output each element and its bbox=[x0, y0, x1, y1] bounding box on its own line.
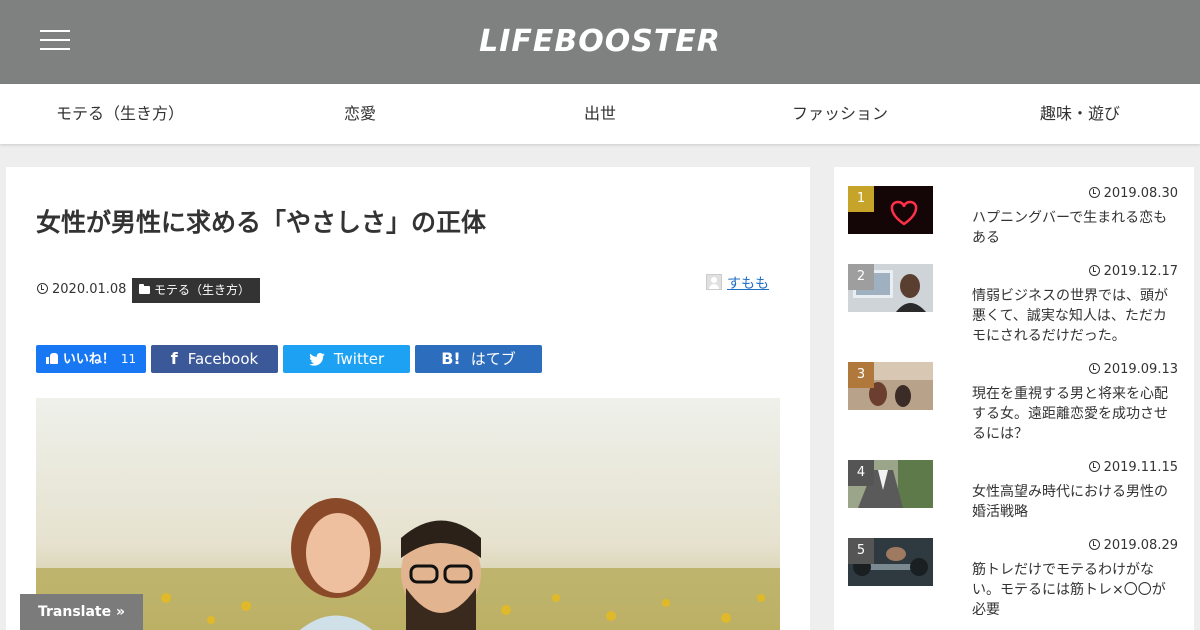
thumbs-up-icon bbox=[45, 353, 58, 364]
category-badge[interactable]: モテる（生き方） bbox=[132, 278, 261, 303]
ranking-sidebar: 1 2019.08.30 ハプニングバーで生まれる恋もある 2 2019.12.… bbox=[834, 167, 1194, 630]
hatena-bookmark-icon: B! bbox=[441, 349, 461, 368]
ranking-item[interactable]: 3 2019.09.13 現在を重視する男と将来を心配する女。遠距離恋愛を成功さ… bbox=[848, 362, 1180, 442]
facebook-share-button[interactable]: f Facebook bbox=[151, 345, 278, 373]
ranking-title[interactable]: 現在を重視する男と将来を心配する女。遠距離恋愛を成功させるには？ bbox=[972, 384, 1172, 444]
post-date: 2020.01.08 bbox=[37, 282, 126, 297]
author-link[interactable]: すもも bbox=[727, 276, 769, 292]
ranking-title[interactable]: 女性高望み時代における男性の婚活戦略 bbox=[972, 482, 1172, 522]
hatena-label: はてブ bbox=[470, 350, 516, 368]
hatena-bookmark-button[interactable]: B! はてブ bbox=[415, 345, 542, 373]
avatar bbox=[706, 274, 722, 290]
ranking-date-text: 2019.08.29 bbox=[1103, 538, 1178, 553]
ranking-date-text: 2019.12.17 bbox=[1103, 264, 1178, 279]
ranking-date-text: 2019.09.13 bbox=[1103, 362, 1178, 377]
ranking-number: 4 bbox=[848, 460, 874, 486]
article-title: 女性が男性に求める「やさしさ」の正体 bbox=[36, 208, 487, 237]
clock-icon bbox=[1088, 265, 1100, 276]
ranking-title[interactable]: 情弱ビジネスの世界では、頭が悪くて、誠実な知人は、ただカモにされるだけだった。 bbox=[972, 286, 1172, 346]
ranking-thumbnail[interactable]: 2 bbox=[848, 264, 933, 312]
clock-icon bbox=[1088, 363, 1100, 374]
ranking-title[interactable]: 筋トレだけでモテるわけがない。モテるには筋トレ×〇〇が必要 bbox=[972, 560, 1172, 620]
ranking-item[interactable]: 4 2019.11.15 女性高望み時代における男性の婚活戦略 bbox=[848, 460, 1180, 540]
like-count: 11 bbox=[120, 352, 137, 366]
ranking-thumbnail[interactable]: 4 bbox=[848, 460, 933, 508]
site-logo[interactable]: LIFEBOOSTER bbox=[0, 24, 1200, 59]
article-card: 女性が男性に求める「やさしさ」の正体 2020.01.08 モテる（生き方） す… bbox=[6, 167, 810, 630]
ranking-date-text: 2019.11.15 bbox=[1103, 460, 1178, 475]
translate-button[interactable]: Translate » bbox=[20, 594, 143, 630]
ranking-number: 1 bbox=[848, 186, 874, 212]
ranking-date: 2019.11.15 bbox=[1088, 460, 1178, 475]
nav-item-career[interactable]: 出世 bbox=[480, 84, 720, 144]
clock-icon bbox=[37, 283, 48, 294]
ranking-number: 5 bbox=[848, 538, 874, 564]
post-date-text: 2020.01.08 bbox=[52, 282, 127, 297]
author: すもも bbox=[706, 273, 769, 293]
ranking-number: 2 bbox=[848, 264, 874, 290]
ranking-item[interactable]: 2 2019.12.17 情弱ビジネスの世界では、頭が悪くて、誠実な知人は、ただ… bbox=[848, 264, 1180, 344]
ranking-number: 3 bbox=[848, 362, 874, 388]
ranking-thumbnail[interactable]: 1 bbox=[848, 186, 933, 234]
nav-item-hobby[interactable]: 趣味・遊び bbox=[960, 84, 1200, 144]
clock-icon bbox=[1088, 461, 1100, 472]
ranking-thumbnail[interactable]: 5 bbox=[848, 538, 933, 586]
facebook-label: Facebook bbox=[187, 350, 259, 368]
ranking-date: 2019.12.17 bbox=[1088, 264, 1178, 279]
site-header: LIFEBOOSTER bbox=[0, 0, 1200, 84]
twitter-label: Twitter bbox=[333, 350, 385, 368]
couple-photo bbox=[36, 398, 780, 630]
ranking-date-text: 2019.08.30 bbox=[1103, 186, 1178, 201]
clock-icon bbox=[1088, 539, 1100, 550]
article-hero-image bbox=[36, 398, 780, 630]
ranking-item[interactable]: 5 2019.08.29 筋トレだけでモテるわけがない。モテるには筋トレ×〇〇が… bbox=[848, 538, 1180, 618]
ranking-thumbnail[interactable]: 3 bbox=[848, 362, 933, 410]
nav-item-love[interactable]: 恋愛 bbox=[240, 84, 480, 144]
nav-item-fashion[interactable]: ファッション bbox=[720, 84, 960, 144]
category-badge-label: モテる（生き方） bbox=[154, 283, 251, 297]
twitter-bird-icon bbox=[309, 353, 325, 366]
like-label: いいね！ bbox=[62, 352, 115, 367]
category-nav: モテる（生き方） 恋愛 出世 ファッション 趣味・遊び bbox=[0, 84, 1200, 144]
ranking-date: 2019.09.13 bbox=[1088, 362, 1178, 377]
like-button[interactable]: いいね！ 11 bbox=[36, 345, 146, 373]
ranking-title[interactable]: ハプニングバーで生まれる恋もある bbox=[972, 208, 1172, 248]
ranking-date: 2019.08.30 bbox=[1088, 186, 1178, 201]
ranking-item[interactable]: 1 2019.08.30 ハプニングバーで生まれる恋もある bbox=[848, 186, 1180, 266]
facebook-icon: f bbox=[170, 349, 178, 368]
twitter-share-button[interactable]: Twitter bbox=[283, 345, 410, 373]
clock-icon bbox=[1088, 187, 1100, 198]
nav-item-mateiru[interactable]: モテる（生き方） bbox=[0, 84, 240, 144]
ranking-date: 2019.08.29 bbox=[1088, 538, 1178, 553]
folder-icon bbox=[139, 284, 150, 294]
